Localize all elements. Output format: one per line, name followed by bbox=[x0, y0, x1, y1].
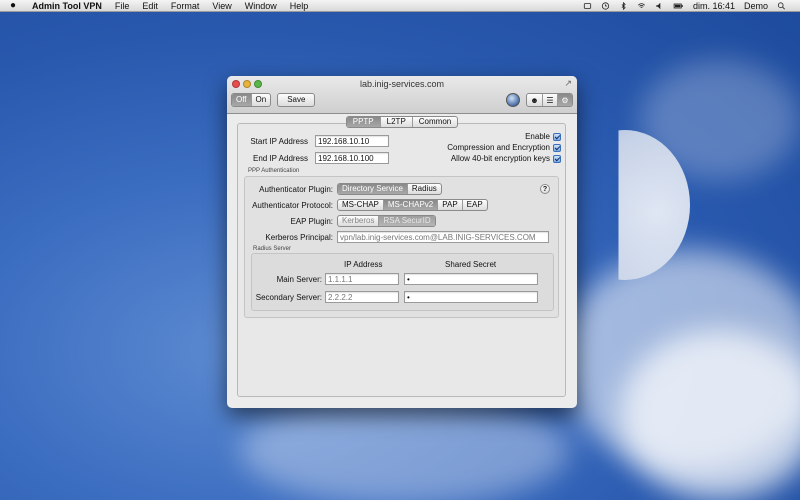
plugin-label: Authenticator Plugin: bbox=[259, 184, 333, 194]
plugin-selector: Directory Service Radius bbox=[337, 183, 442, 195]
protocol-selector: MS-CHAP MS-CHAPv2 PAP EAP bbox=[337, 199, 488, 211]
protocol-row: Authenticator Protocol: MS-CHAP MS-CHAPv… bbox=[249, 199, 488, 211]
users-icon[interactable]: ☻ bbox=[527, 94, 542, 106]
enable-label: Enable bbox=[525, 132, 550, 141]
kerberos-principal-field[interactable]: vpn/lab.inig-services.com@LAB.INIG-SERVI… bbox=[337, 231, 549, 243]
desktop-cloud bbox=[620, 330, 800, 500]
tab-common[interactable]: Common bbox=[411, 117, 457, 127]
eap-row: EAP Plugin: Kerberos RSA SecurID bbox=[249, 215, 436, 227]
list-icon[interactable]: ☰ bbox=[542, 94, 557, 106]
menu-view[interactable]: View bbox=[212, 0, 231, 12]
menu-window[interactable]: Window bbox=[245, 0, 277, 12]
help-button[interactable]: ? bbox=[540, 184, 550, 194]
desktop-cloud bbox=[240, 395, 570, 500]
power-off-button[interactable]: Off bbox=[232, 94, 251, 106]
title-bar: lab.inig-services.com ↗ Off On Save ☻ ☰ … bbox=[227, 76, 577, 114]
menu-file[interactable]: File bbox=[115, 0, 130, 12]
protocol-pap[interactable]: PAP bbox=[437, 200, 461, 210]
enable-checkbox[interactable] bbox=[553, 132, 561, 141]
toolbar: Off On Save ☻ ☰ ⚙ bbox=[231, 92, 573, 108]
ppp-auth-group: Authenticator Plugin: Directory Service … bbox=[244, 176, 559, 318]
main-server-row: Main Server: 1.1.1.1 • bbox=[254, 273, 538, 285]
globe-icon[interactable] bbox=[506, 93, 520, 107]
enable-row: Enable bbox=[525, 132, 561, 141]
kerberos-row: Kerberos Principal: vpn/lab.inig-service… bbox=[249, 231, 549, 243]
view-switcher: ☻ ☰ ⚙ bbox=[526, 93, 573, 107]
allow40-row: Allow 40-bit encryption keys bbox=[451, 154, 561, 163]
secondary-server-secret-field[interactable]: • bbox=[404, 291, 538, 303]
bluetooth-icon[interactable] bbox=[619, 1, 628, 10]
time-machine-icon[interactable] bbox=[601, 1, 610, 10]
eap-rsa-securid[interactable]: RSA SecurID bbox=[378, 216, 435, 226]
menu-edit[interactable]: Edit bbox=[142, 0, 158, 12]
settings-panel: Start IP Address 192.168.10.10 End IP Ad… bbox=[237, 123, 566, 397]
end-ip-row: End IP Address 192.168.10.100 bbox=[248, 152, 389, 164]
save-button[interactable]: Save bbox=[277, 93, 316, 107]
compression-row: Compression and Encryption bbox=[447, 143, 561, 152]
eap-kerberos[interactable]: Kerberos bbox=[338, 216, 378, 226]
app-window: lab.inig-services.com ↗ Off On Save ☻ ☰ … bbox=[227, 76, 577, 408]
compression-label: Compression and Encryption bbox=[447, 143, 550, 152]
window-title: lab.inig-services.com bbox=[359, 79, 445, 89]
eap-label: EAP Plugin: bbox=[290, 216, 333, 226]
protocol-eap[interactable]: EAP bbox=[461, 200, 487, 210]
main-server-secret-field[interactable]: • bbox=[404, 273, 538, 285]
end-ip-label: End IP Address bbox=[253, 153, 308, 163]
tab-pptp[interactable]: PPTP bbox=[346, 117, 380, 127]
tab-l2tp[interactable]: L2TP bbox=[379, 117, 412, 127]
volume-icon[interactable] bbox=[655, 2, 664, 10]
col-secret-header: Shared Secret bbox=[445, 260, 497, 269]
secondary-server-label: Secondary Server: bbox=[255, 292, 322, 302]
radius-section-label: Radius Server bbox=[253, 246, 292, 252]
start-ip-row: Start IP Address 192.168.10.10 bbox=[248, 135, 389, 147]
status-app-icon[interactable] bbox=[583, 2, 592, 10]
eap-selector: Kerberos RSA SecurID bbox=[337, 215, 436, 227]
ppp-auth-section-label: PPP Authentication bbox=[248, 168, 300, 174]
secondary-server-row: Secondary Server: 2.2.2.2 • bbox=[254, 291, 538, 303]
menu-clock[interactable]: dim. 16:41 bbox=[693, 0, 735, 12]
wifi-icon[interactable] bbox=[637, 2, 646, 10]
power-on-button[interactable]: On bbox=[250, 94, 271, 106]
plugin-radius[interactable]: Radius bbox=[406, 184, 441, 194]
fullscreen-icon[interactable]: ↗ bbox=[564, 78, 572, 89]
protocol-ms-chap[interactable]: MS-CHAP bbox=[338, 200, 383, 210]
spotlight-icon[interactable] bbox=[777, 1, 786, 10]
main-server-ip-field[interactable]: 1.1.1.1 bbox=[325, 273, 399, 285]
gear-icon[interactable]: ⚙ bbox=[557, 94, 572, 106]
start-ip-label: Start IP Address bbox=[250, 136, 308, 146]
power-toggle: Off On bbox=[231, 93, 272, 107]
menu-user[interactable]: Demo bbox=[744, 0, 768, 12]
tab-bar: PPTP L2TP Common bbox=[227, 116, 577, 128]
menu-app-name[interactable]: Admin Tool VPN bbox=[32, 0, 102, 12]
main-server-label: Main Server: bbox=[276, 274, 322, 284]
secondary-server-ip-field[interactable]: 2.2.2.2 bbox=[325, 291, 399, 303]
compression-checkbox[interactable] bbox=[553, 143, 561, 152]
menu-bar: ● Admin Tool VPN File Edit Format View W… bbox=[0, 0, 800, 12]
apple-menu-icon[interactable]: ● bbox=[8, 0, 18, 11]
start-ip-field[interactable]: 192.168.10.10 bbox=[315, 135, 389, 147]
allow40-label: Allow 40-bit encryption keys bbox=[450, 154, 550, 163]
tab-selector: PPTP L2TP Common bbox=[345, 116, 459, 128]
kerberos-label: Kerberos Principal: bbox=[265, 232, 333, 242]
battery-icon[interactable] bbox=[673, 2, 684, 10]
menu-help[interactable]: Help bbox=[290, 0, 309, 12]
allow40-checkbox[interactable] bbox=[553, 154, 561, 163]
menu-format[interactable]: Format bbox=[171, 0, 200, 12]
plugin-row: Authenticator Plugin: Directory Service … bbox=[249, 183, 442, 195]
desktop-moon bbox=[618, 130, 690, 280]
protocol-ms-chapv2[interactable]: MS-CHAPv2 bbox=[382, 200, 438, 210]
plugin-directory-service[interactable]: Directory Service bbox=[338, 184, 407, 194]
radius-group: IP Address Shared Secret Main Server: 1.… bbox=[251, 253, 554, 311]
end-ip-field[interactable]: 192.168.10.100 bbox=[315, 152, 389, 164]
protocol-label: Authenticator Protocol: bbox=[252, 200, 333, 210]
col-ip-header: IP Address bbox=[344, 260, 383, 269]
